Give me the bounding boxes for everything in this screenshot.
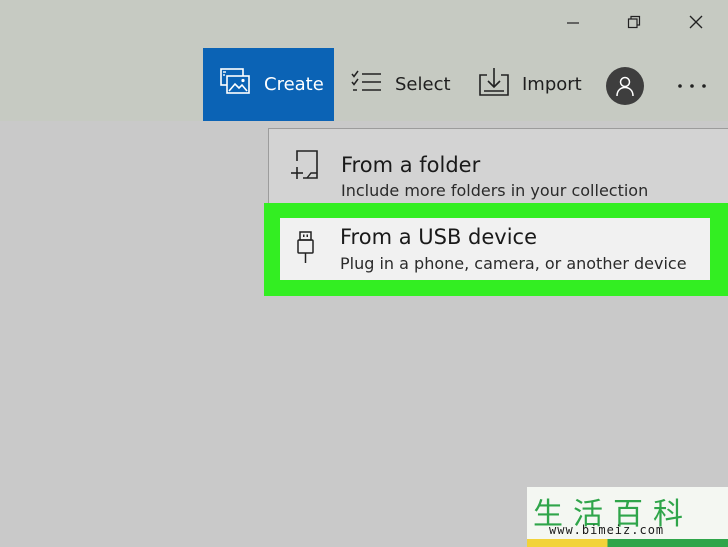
select-checklist-icon xyxy=(350,69,383,100)
menu-item-from-folder[interactable]: From a folder Include more folders in yo… xyxy=(269,129,728,200)
import-label: Import xyxy=(522,74,582,95)
menu-item-subtitle: Include more folders in your collection xyxy=(341,181,649,200)
watermark-stripe xyxy=(527,539,728,547)
close-button[interactable] xyxy=(674,6,718,38)
menu-item-subtitle: Plug in a phone, camera, or another devi… xyxy=(340,254,687,273)
watermark: 生活百科 www.bimeiz.com xyxy=(527,487,728,547)
restore-icon xyxy=(627,15,641,29)
import-button[interactable]: Import xyxy=(478,48,582,121)
create-icon xyxy=(220,68,252,101)
folder-add-icon xyxy=(289,147,325,183)
menu-item-from-usb-device[interactable]: From a USB device Plug in a phone, camer… xyxy=(280,218,710,280)
menu-item-title: From a folder xyxy=(341,153,481,177)
close-icon xyxy=(689,15,703,29)
account-button[interactable] xyxy=(606,67,644,105)
minimize-icon xyxy=(567,22,579,24)
select-label: Select xyxy=(395,74,451,95)
menu-item-title: From a USB device xyxy=(340,225,538,249)
watermark-url: www.bimeiz.com xyxy=(549,523,665,537)
import-icon xyxy=(478,67,510,102)
usb-icon xyxy=(294,230,318,266)
create-button[interactable]: Create xyxy=(203,48,334,121)
create-label: Create xyxy=(264,74,324,95)
minimize-button[interactable] xyxy=(551,6,595,38)
more-dots-icon xyxy=(678,84,706,88)
user-icon xyxy=(616,76,634,97)
more-options-button[interactable] xyxy=(672,68,712,104)
title-bar: Create Select Import xyxy=(0,0,728,121)
select-button[interactable]: Select xyxy=(350,48,451,121)
restore-button[interactable] xyxy=(612,6,656,38)
